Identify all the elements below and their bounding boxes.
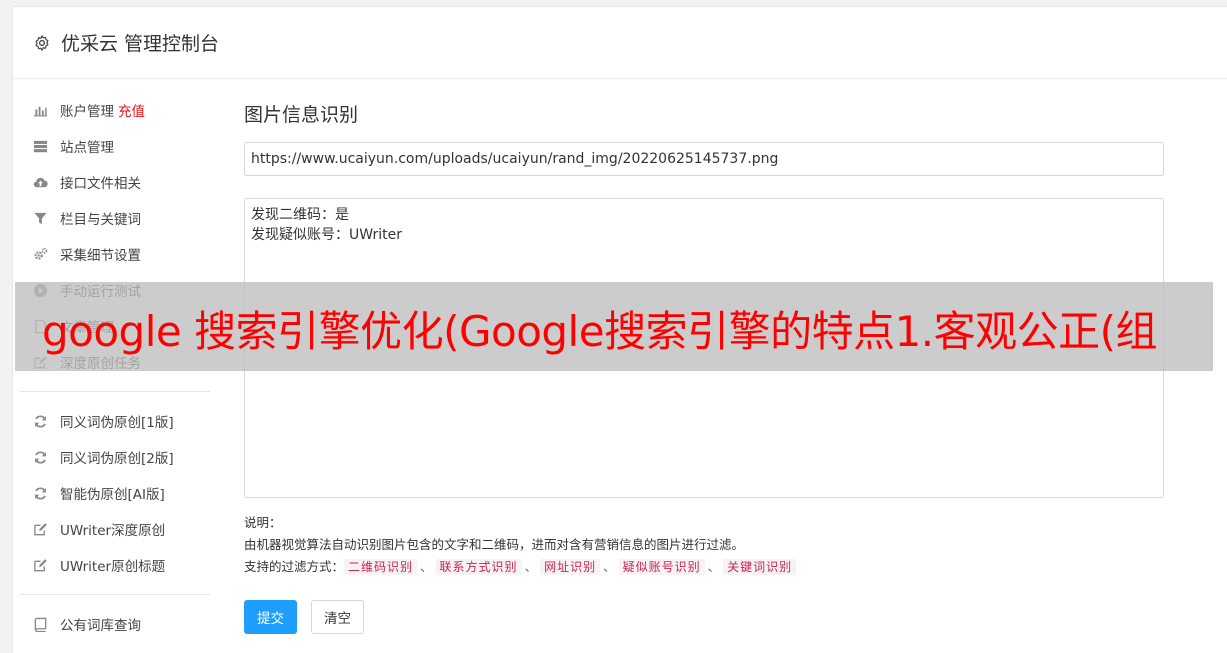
sidebar-item-label: 账户管理 (60, 104, 114, 120)
watermark-banner: google 搜索引擎优化(Google搜索引擎的特点1.客观公正(组 (15, 282, 1213, 371)
sidebar-item-label: 同义词伪原创[1版] (60, 415, 174, 431)
book-icon (32, 616, 48, 632)
sidebar-item-label: 站点管理 (60, 140, 114, 156)
sidebar-item-label: 栏目与关键词 (60, 212, 141, 228)
filter-icon (32, 210, 48, 226)
page-title: 优采云 管理控制台 (61, 33, 220, 55)
result-line: 发现疑似账号：UWriter (251, 227, 402, 243)
submit-button[interactable]: 提交 (244, 600, 297, 634)
sidebar-item-label: 同义词伪原创[2版] (60, 451, 174, 467)
refresh-icon (32, 449, 48, 465)
sidebar-item[interactable]: 接口文件相关 (20, 164, 210, 200)
notes-label: 说明： (244, 515, 282, 530)
sidebar-item-label: 公有词库查询 (60, 618, 141, 634)
sidebar-item[interactable]: UWriter原创标题 (20, 547, 210, 583)
notes: 说明： 由机器视觉算法自动识别图片包含的文字和二维码，进而对含有营销信息的图片进… (244, 512, 1164, 578)
filter-label: 支持的过滤方式： (244, 559, 345, 574)
sidebar-item[interactable]: 智能伪原创[AI版] (20, 475, 210, 511)
sidebar-item[interactable]: 同义词伪原创[2版] (20, 439, 210, 475)
sidebar-item-label: 接口文件相关 (60, 176, 141, 192)
filter-tag: 二维码识别 (344, 559, 418, 575)
section-title: 图片信息识别 (244, 104, 359, 126)
result-line: 发现二维码：是 (251, 207, 349, 223)
gears-icon (32, 246, 48, 262)
server-icon (32, 138, 48, 154)
sidebar-divider (20, 594, 210, 595)
form-actions: 提交 清空 (244, 600, 1164, 634)
sidebar-item[interactable]: 公有词库查询 (20, 606, 210, 642)
sidebar-divider (20, 391, 210, 392)
refresh-icon (32, 413, 48, 429)
sidebar-group-lexicon: 公有词库查询 (20, 606, 210, 642)
recharge-link[interactable]: 充值 (118, 100, 145, 120)
filter-methods: 支持的过滤方式： 二维码识别、联系方式识别、网址识别、疑似账号识别、关键词识别 (244, 556, 1164, 578)
filter-tag: 网址识别 (540, 559, 601, 575)
sidebar-item-label: 采集细节设置 (60, 248, 141, 264)
watermark-text: google 搜索引擎优化(Google搜索引擎的特点1.客观公正(组 (42, 307, 1158, 356)
cloud-upload-icon (32, 174, 48, 190)
sidebar-group-rewrite: 同义词伪原创[1版] 同义词伪原创[2版] 智能伪原创[AI版] UWriter深度原… (20, 403, 210, 583)
sidebar-item[interactable]: UWriter深度原创 (20, 511, 210, 547)
filter-tag: 疑似账号识别 (618, 559, 705, 575)
clear-button[interactable]: 清空 (311, 600, 364, 634)
gear-icon (33, 34, 51, 52)
notes-description: 由机器视觉算法自动识别图片包含的文字和二维码，进而对含有营销信息的图片进行过滤。 (244, 537, 745, 552)
console-header: 优采云 管理控制台 (13, 7, 1227, 79)
refresh-icon (32, 485, 48, 501)
sidebar-item[interactable]: 同义词伪原创[1版] (20, 403, 210, 439)
image-url-input[interactable] (244, 142, 1164, 176)
sidebar-item[interactable]: 栏目与关键词 (20, 200, 210, 236)
bar-chart-icon (32, 102, 48, 118)
sidebar-item-label: 智能伪原创[AI版] (60, 487, 165, 503)
sidebar-item[interactable]: 站点管理 (20, 128, 210, 164)
edit-icon (32, 521, 48, 537)
edit-icon (32, 557, 48, 573)
sidebar-item[interactable]: 采集细节设置 (20, 236, 210, 272)
sidebar-item-label: UWriter深度原创 (60, 523, 166, 539)
sidebar-item-label: UWriter原创标题 (60, 559, 166, 575)
filter-tag: 关键词识别 (723, 559, 797, 575)
sidebar-item[interactable]: 账户管理 充值 (20, 92, 210, 128)
filter-tag: 联系方式识别 (435, 559, 522, 575)
